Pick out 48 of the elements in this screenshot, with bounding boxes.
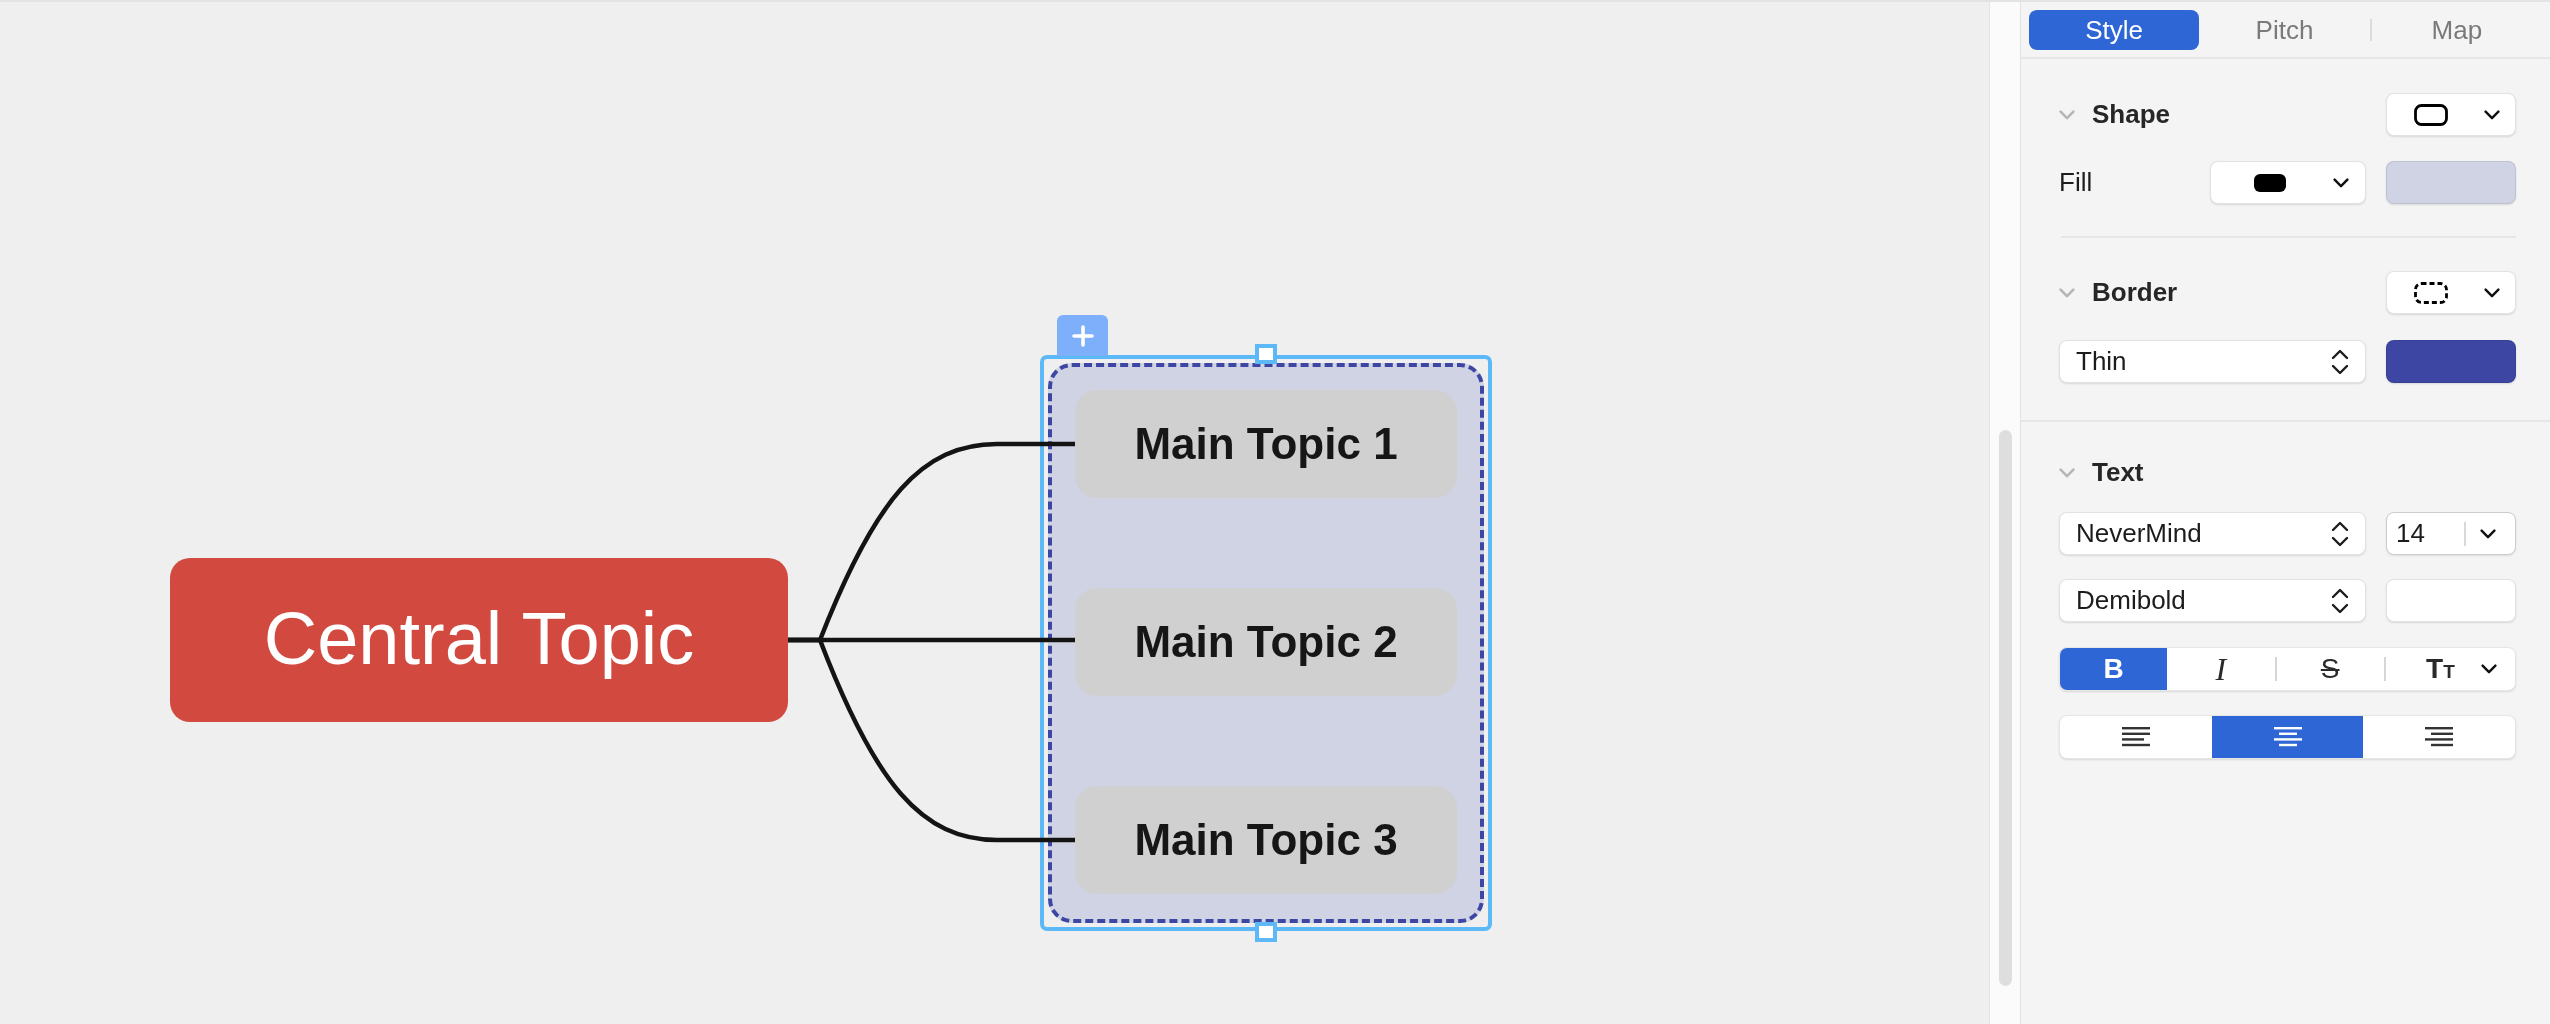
align-left-icon xyxy=(2121,727,2150,747)
section-title: Text xyxy=(2092,456,2144,489)
rounded-rectangle-icon xyxy=(2414,103,2448,126)
section-title: Border xyxy=(2092,276,2178,309)
font-family-select[interactable]: NeverMind xyxy=(2059,512,2366,555)
caret-icon xyxy=(2480,664,2497,674)
resize-handle[interactable] xyxy=(1255,344,1277,364)
central-topic: Central Topic xyxy=(170,558,788,722)
section-title: Shape xyxy=(2092,98,2171,131)
chevron-down-icon[interactable] xyxy=(2059,467,2075,478)
field-label: Fill xyxy=(2059,166,2094,199)
caret-icon xyxy=(2480,528,2496,539)
updown-chevrons-icon xyxy=(2331,586,2349,615)
filled-rectangle-icon xyxy=(2253,171,2287,194)
chevron-down-icon[interactable] xyxy=(2059,287,2075,298)
font-size-combobox[interactable]: 14 xyxy=(2386,512,2516,555)
tab[interactable]: Map xyxy=(2371,10,2542,50)
align-center-icon xyxy=(2273,727,2302,747)
main-topic: Main Topic 3 xyxy=(1075,786,1457,894)
align-right-icon xyxy=(2425,727,2454,747)
shape-dropdown[interactable] xyxy=(2386,93,2516,136)
align-center-button[interactable] xyxy=(2211,716,2364,758)
border-swatch-icon[interactable] xyxy=(2386,340,2516,383)
text-case-button[interactable]: TT xyxy=(2385,648,2515,690)
chevron-down-icon[interactable] xyxy=(2059,109,2075,120)
caret-icon xyxy=(2484,287,2500,298)
resize-handle[interactable] xyxy=(1255,922,1277,942)
plus-icon xyxy=(1071,324,1094,347)
fill-style-dropdown[interactable] xyxy=(2210,161,2366,204)
main-topic: Main Topic 2 xyxy=(1075,588,1457,696)
fill-swatch-icon[interactable] xyxy=(2386,161,2516,204)
text-swatch-icon[interactable] xyxy=(2386,579,2516,622)
add-button[interactable] xyxy=(1057,315,1108,356)
border-width-select[interactable]: Thin xyxy=(2059,340,2366,383)
dashed-rectangle-icon xyxy=(2414,281,2448,304)
tab[interactable]: Pitch xyxy=(2199,10,2370,50)
scrollbar-thumb[interactable] xyxy=(1999,430,2012,986)
font-weight-select[interactable]: Demibold xyxy=(2059,579,2366,622)
updown-chevrons-icon xyxy=(2331,519,2349,548)
italic-button[interactable]: I xyxy=(2167,648,2275,690)
border-style-dropdown[interactable] xyxy=(2386,271,2516,314)
bold-button[interactable]: B xyxy=(2060,648,2168,690)
caret-icon xyxy=(2333,177,2349,188)
tab[interactable]: Style xyxy=(2029,10,2200,50)
updown-chevrons-icon xyxy=(2331,347,2349,376)
strikethrough-button[interactable]: S xyxy=(2276,648,2384,690)
main-topic: Main Topic 1 xyxy=(1075,390,1457,498)
caret-icon xyxy=(2484,109,2500,120)
